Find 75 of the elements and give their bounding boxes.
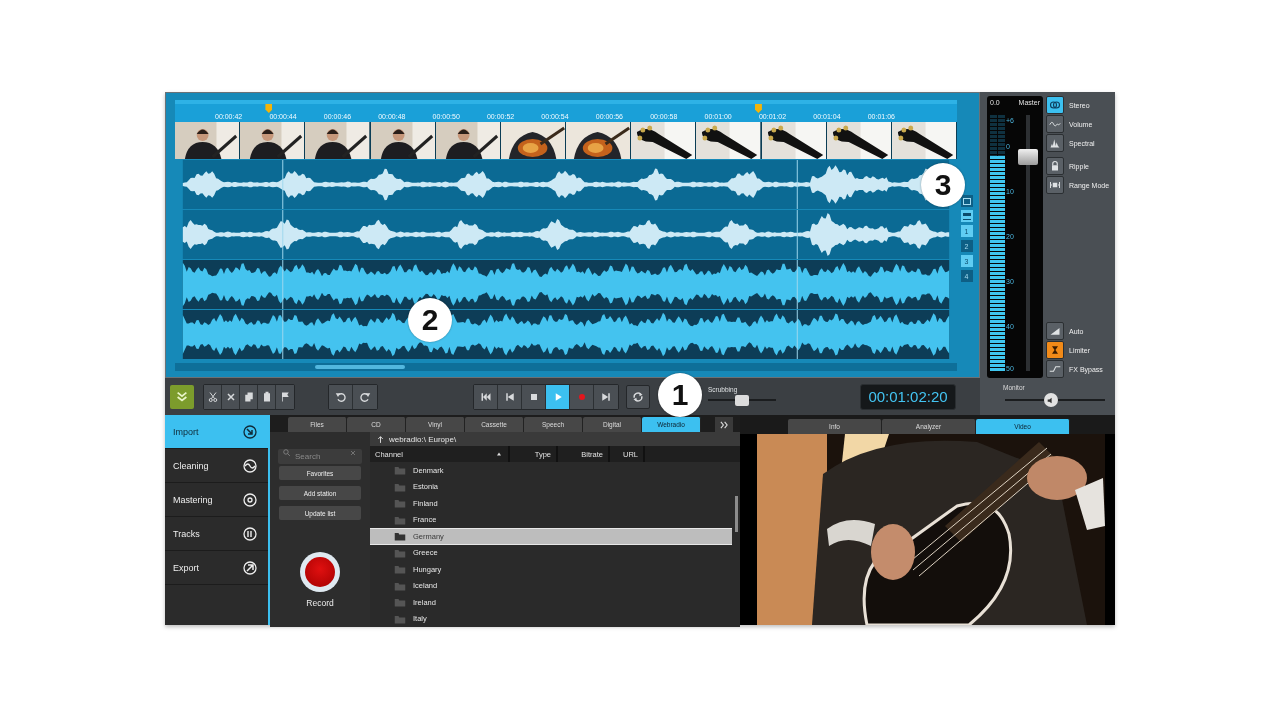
loop-icon: [632, 390, 644, 403]
fader-thumb[interactable]: [1018, 148, 1038, 165]
record-label: Record: [306, 598, 334, 608]
stop-button[interactable]: [522, 384, 546, 409]
folder-icon: [394, 464, 406, 477]
limiter-icon: [1049, 344, 1061, 356]
clear-icon[interactable]: [349, 448, 357, 457]
view-button[interactable]: [960, 195, 973, 207]
ramp-icon: [1049, 325, 1061, 337]
flag-icon: [279, 390, 291, 403]
delete-button[interactable]: [222, 384, 240, 409]
search-field[interactable]: Search: [278, 449, 362, 464]
scissors-button[interactable]: [204, 384, 222, 409]
folder-icon: [394, 563, 406, 576]
spectrum-icon: [1049, 137, 1061, 149]
flag-button[interactable]: [276, 384, 294, 409]
import-icon: [242, 423, 258, 440]
sidebar-item[interactable]: Tracks: [165, 517, 268, 551]
copy-icon: [242, 390, 255, 403]
limiter-button[interactable]: [1046, 341, 1064, 359]
sidebar-item[interactable]: Import: [165, 415, 268, 449]
scrollbar[interactable]: [175, 363, 957, 371]
volume-thumb[interactable]: [1043, 393, 1058, 407]
ramp-button[interactable]: [1046, 322, 1064, 340]
end-button[interactable]: [594, 384, 618, 409]
export-icon: [242, 559, 258, 576]
scissors-icon: [206, 390, 219, 403]
chevrons-down-icon: [175, 389, 189, 404]
collapse-button[interactable]: [170, 384, 194, 409]
view-button[interactable]: [960, 210, 973, 222]
lock-button[interactable]: [1046, 157, 1064, 175]
redo-icon: [359, 390, 371, 403]
lock-icon: [1049, 160, 1061, 172]
loop-button[interactable]: [626, 384, 650, 409]
copy-button[interactable]: [240, 384, 258, 409]
range-icon: [1049, 179, 1061, 191]
slider-thumb[interactable]: [735, 394, 749, 406]
sidebar-item[interactable]: Mastering: [165, 483, 268, 517]
range-button[interactable]: [1046, 176, 1064, 194]
marker-icon[interactable]: [754, 104, 762, 113]
sidebar-item[interactable]: Export: [165, 551, 268, 585]
chevrons-right-icon: [719, 419, 729, 430]
sort-arrow-icon[interactable]: [495, 450, 503, 458]
stereo-button[interactable]: [1046, 96, 1064, 114]
undo-icon: [334, 390, 347, 403]
more-tabs-button[interactable]: [715, 417, 733, 432]
undo-button[interactable]: [329, 384, 353, 409]
folder-icon: [394, 530, 406, 543]
skip-start-icon: [479, 390, 492, 403]
stereo-icon: [1049, 99, 1061, 111]
play-button[interactable]: [546, 384, 570, 409]
sidebar-item[interactable]: Cleaning: [165, 449, 268, 483]
redo-button[interactable]: [353, 384, 377, 409]
search-icon: [282, 448, 291, 457]
record-button[interactable]: [300, 552, 340, 592]
path-text: webradio:\ Europe\: [389, 434, 457, 444]
folder-icon: [394, 497, 406, 510]
bypass-icon: [1049, 363, 1061, 375]
paste-button[interactable]: [258, 384, 276, 409]
timecode-display: 00:01:02:20: [860, 383, 956, 410]
marker-icon[interactable]: [265, 104, 273, 113]
tracks-icon: [242, 525, 258, 542]
wave-circle-icon: [242, 457, 258, 474]
scrollbar[interactable]: [735, 496, 738, 532]
delete-icon: [224, 390, 237, 403]
previous-icon: [503, 390, 516, 403]
up-arrow-icon[interactable]: [376, 434, 385, 444]
bypass-button[interactable]: [1046, 360, 1064, 378]
prev-button[interactable]: [498, 384, 522, 409]
volume-curve-button[interactable]: [1046, 115, 1064, 133]
next-icon: [600, 390, 612, 403]
start-button[interactable]: [474, 384, 498, 409]
spectrum-button[interactable]: [1046, 134, 1064, 152]
target-icon: [242, 491, 258, 508]
folder-icon: [394, 596, 406, 609]
